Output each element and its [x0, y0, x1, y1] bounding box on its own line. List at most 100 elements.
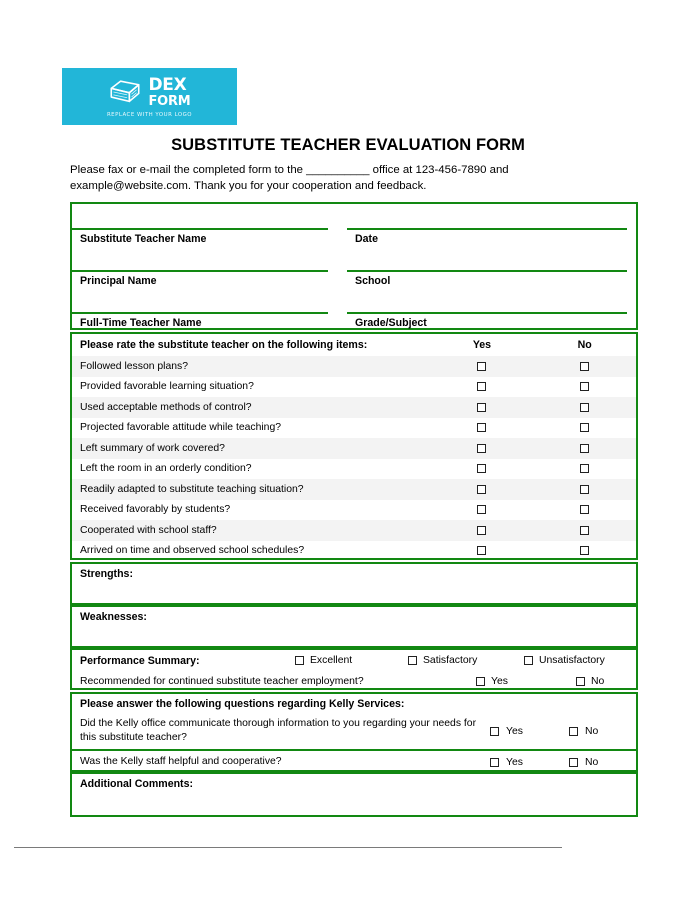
rating-item-label: Used acceptable methods of control? — [80, 401, 252, 413]
principal-name-field[interactable]: Principal Name — [72, 246, 347, 288]
performance-option-satisfactory[interactable]: Satisfactory — [408, 655, 524, 666]
identity-fields-block: Substitute Teacher Name Date Principal N… — [70, 202, 638, 330]
strengths-block[interactable]: Strengths: — [70, 562, 638, 605]
grade-subject-field[interactable]: Grade/Subject — [347, 288, 635, 330]
checkbox-yes[interactable] — [477, 464, 487, 474]
rating-item-label: Left the room in an orderly condition? — [80, 463, 252, 475]
date-field[interactable]: Date — [347, 204, 635, 246]
checkbox-no[interactable] — [569, 757, 578, 767]
checkbox-no[interactable] — [580, 546, 590, 556]
checkbox-yes[interactable] — [477, 361, 487, 371]
rating-yes-cell[interactable] — [431, 382, 534, 392]
option-label: No — [591, 675, 605, 687]
rating-column-yes: Yes — [472, 338, 492, 351]
option-label: Satisfactory — [423, 655, 478, 666]
rating-no-cell[interactable] — [533, 546, 636, 556]
rating-no-cell[interactable] — [533, 382, 636, 392]
rating-yes-cell[interactable] — [431, 443, 534, 453]
option-label: Yes — [506, 725, 523, 737]
checkbox-yes[interactable] — [477, 505, 487, 515]
rating-no-cell[interactable] — [533, 464, 636, 474]
checkbox-no[interactable] — [580, 505, 590, 515]
recommend-yes-option[interactable]: Yes — [476, 676, 576, 687]
kelly-yes-option[interactable]: Yes — [490, 757, 569, 768]
checkbox-no[interactable] — [580, 361, 590, 371]
checkbox-yes[interactable] — [477, 546, 487, 556]
performance-summary-label: Performance Summary: — [80, 654, 200, 667]
option-label: Excellent — [310, 655, 353, 666]
rating-yes-cell[interactable] — [431, 505, 534, 515]
kelly-yes-option[interactable]: Yes — [490, 726, 569, 737]
additional-comments-block[interactable]: Additional Comments: — [70, 772, 638, 817]
checkbox-no[interactable] — [580, 443, 590, 453]
checkbox-yes[interactable] — [477, 525, 487, 535]
table-row: Cooperated with school staff? — [72, 520, 636, 541]
checkbox-no[interactable] — [580, 402, 590, 412]
checkbox-yes[interactable] — [477, 382, 487, 392]
rating-yes-cell[interactable] — [431, 464, 534, 474]
identity-label: Principal Name — [80, 275, 157, 287]
kelly-no-option[interactable]: No — [569, 757, 598, 768]
checkbox-no[interactable] — [580, 423, 590, 433]
rating-yes-cell[interactable] — [431, 423, 534, 433]
full-time-teacher-name-field[interactable]: Full-Time Teacher Name — [72, 288, 347, 330]
performance-option-unsatisfactory[interactable]: Unsatisfactory — [524, 655, 605, 666]
substitute-teacher-name-field[interactable]: Substitute Teacher Name — [72, 204, 347, 246]
checkbox-no[interactable] — [580, 464, 590, 474]
logo-wordmark: DEX FORM — [148, 76, 190, 108]
checkbox-yes[interactable] — [476, 676, 485, 686]
rating-column-no: No — [577, 338, 592, 351]
checkbox-unsatisfactory[interactable] — [524, 656, 533, 665]
weaknesses-label: Weaknesses: — [80, 611, 147, 623]
identity-row: Principal Name School — [72, 246, 636, 288]
kelly-heading: Please answer the following questions re… — [80, 698, 405, 710]
rating-item-label: Left summary of work covered? — [80, 442, 225, 454]
logo-tagline: REPLACE WITH YOUR LOGO — [106, 111, 193, 118]
rating-item-label: Received favorably by students? — [80, 504, 231, 516]
performance-options-row: Performance Summary: Excellent Satisfact… — [72, 650, 636, 671]
identity-row: Full-Time Teacher Name Grade/Subject — [72, 288, 636, 330]
recommend-no-option[interactable]: No — [576, 676, 604, 687]
rating-no-cell[interactable] — [533, 402, 636, 412]
footer-divider — [14, 847, 562, 848]
rating-yes-cell[interactable] — [431, 402, 534, 412]
checkbox-yes[interactable] — [490, 726, 499, 736]
checkbox-no[interactable] — [569, 726, 578, 736]
checkbox-excellent[interactable] — [295, 656, 304, 665]
kelly-question-text: Did the Kelly office communicate thoroug… — [80, 718, 477, 743]
checkbox-yes[interactable] — [477, 443, 487, 453]
rating-no-cell[interactable] — [533, 361, 636, 371]
rating-no-cell[interactable] — [533, 484, 636, 494]
checkbox-no[interactable] — [580, 484, 590, 494]
checkbox-satisfactory[interactable] — [408, 656, 417, 665]
rating-yes-cell[interactable] — [431, 484, 534, 494]
identity-label: Date — [355, 233, 378, 245]
kelly-no-option[interactable]: No — [569, 726, 598, 737]
page-title: SUBSTITUTE TEACHER EVALUATION FORM — [171, 136, 525, 154]
rating-no-cell[interactable] — [533, 423, 636, 433]
logo-main: DEX FORM — [108, 76, 191, 108]
field-rule — [72, 228, 328, 230]
checkbox-yes[interactable] — [477, 484, 487, 494]
checkbox-yes[interactable] — [477, 423, 487, 433]
checkbox-no[interactable] — [580, 382, 590, 392]
table-row: Followed lesson plans? — [72, 356, 636, 377]
weaknesses-block[interactable]: Weaknesses: — [70, 605, 638, 648]
rating-no-cell[interactable] — [533, 443, 636, 453]
document-page: DEX FORM REPLACE WITH YOUR LOGO SUBSTITU… — [0, 0, 696, 900]
rating-item-label: Arrived on time and observed school sche… — [80, 545, 305, 557]
table-row: Readily adapted to substitute teaching s… — [72, 479, 636, 500]
rating-yes-cell[interactable] — [431, 546, 534, 556]
school-field[interactable]: School — [347, 246, 635, 288]
table-row: Arrived on time and observed school sche… — [72, 541, 636, 562]
rating-yes-cell[interactable] — [431, 525, 534, 535]
rating-yes-cell[interactable] — [431, 361, 534, 371]
rating-no-cell[interactable] — [533, 505, 636, 515]
intro-paragraph: Please fax or e-mail the completed form … — [70, 164, 509, 192]
performance-option-excellent[interactable]: Excellent — [295, 655, 408, 666]
checkbox-no[interactable] — [580, 525, 590, 535]
checkbox-yes[interactable] — [477, 402, 487, 412]
checkbox-no[interactable] — [576, 676, 585, 686]
checkbox-yes[interactable] — [490, 757, 499, 767]
rating-no-cell[interactable] — [533, 525, 636, 535]
